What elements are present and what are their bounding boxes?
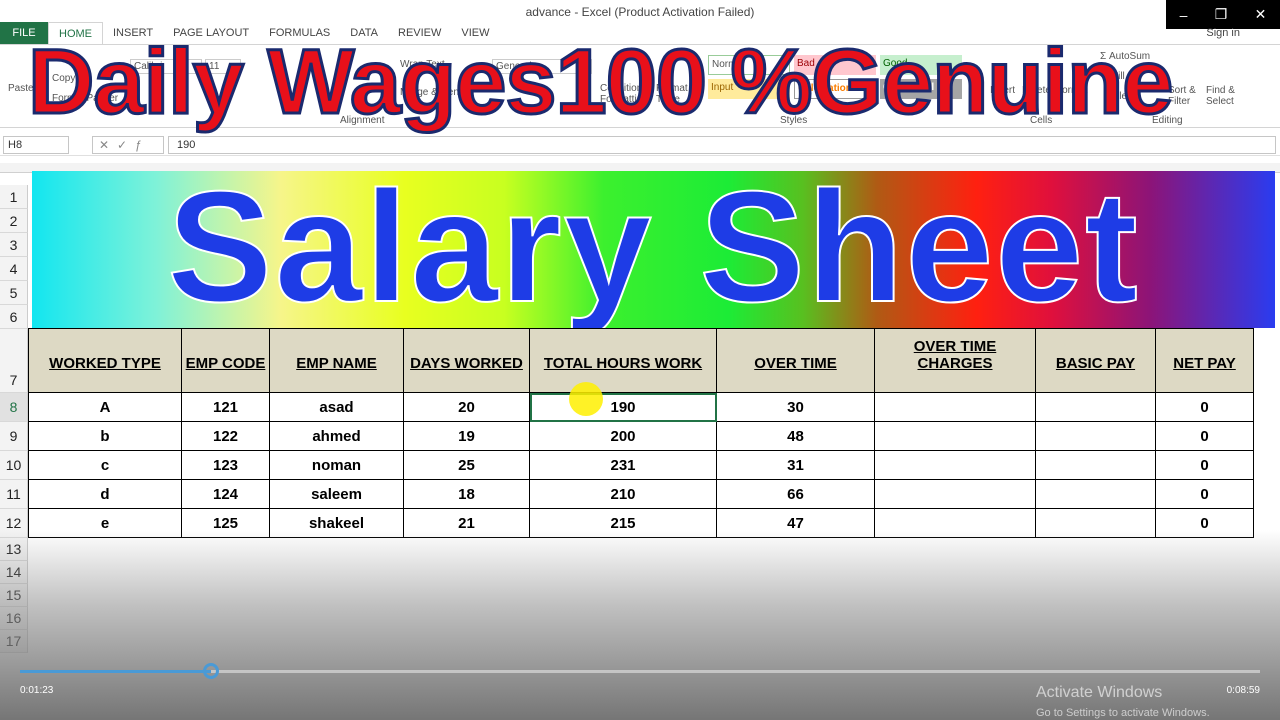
table-cell[interactable]: 190 (529, 392, 717, 422)
row-header[interactable]: 10 (0, 451, 28, 480)
table-cell[interactable]: 19 (403, 421, 530, 451)
table-row: b 122 ahmed 19 200 48 0 (28, 421, 1254, 451)
table-header-row: WORKED TYPE EMP CODE EMP NAME DAYS WORKED TO… (28, 328, 1254, 393)
table-cell[interactable]: 121 (181, 392, 270, 422)
minimize-button[interactable]: – (1180, 7, 1188, 23)
column-header[interactable]: EMP NAME (269, 328, 404, 393)
table-cell[interactable]: 0 (1155, 450, 1254, 480)
table-row: A 121 asad 20 190 30 0 (28, 392, 1254, 422)
table-cell[interactable] (874, 479, 1036, 509)
overlay-caption: Daily Wages100 %Genuine (26, 30, 1174, 135)
table-cell[interactable]: 25 (403, 450, 530, 480)
table-cell[interactable]: 0 (1155, 421, 1254, 451)
row-header[interactable]: 4 (0, 257, 28, 281)
duration: 0:08:59 (1226, 685, 1260, 696)
table-cell[interactable]: noman (269, 450, 404, 480)
table-cell[interactable]: 30 (716, 392, 875, 422)
table-cell[interactable]: 48 (716, 421, 875, 451)
formula-input[interactable]: 190 (168, 136, 1276, 154)
column-header[interactable]: NET PAY (1155, 328, 1254, 393)
table-row: d 124 saleem 18 210 66 0 (28, 479, 1254, 509)
row-header[interactable]: 6 (0, 305, 28, 329)
mouse-cursor-highlight (569, 382, 603, 416)
close-button[interactable]: ✕ (1255, 6, 1267, 23)
table-cell[interactable] (874, 421, 1036, 451)
table-cell[interactable]: 210 (529, 479, 717, 509)
fx-icon[interactable]: ✕✓ƒ (92, 136, 164, 154)
table-cell[interactable]: 18 (403, 479, 530, 509)
row-header[interactable]: 9 (0, 422, 28, 451)
table-cell[interactable]: 31 (716, 450, 875, 480)
table-cell[interactable] (874, 392, 1036, 422)
table-cell[interactable]: 122 (181, 421, 270, 451)
table-cell[interactable]: 66 (716, 479, 875, 509)
column-header[interactable]: WORKED TYPE (28, 328, 182, 393)
row-header[interactable]: 2 (0, 209, 28, 233)
table-cell[interactable]: ahmed (269, 421, 404, 451)
table-cell[interactable]: 231 (529, 450, 717, 480)
column-header[interactable]: OVER TIME CHARGES (874, 328, 1036, 393)
table-cell[interactable]: saleem (269, 479, 404, 509)
table-cell[interactable] (1035, 479, 1156, 509)
name-box[interactable]: H8 (3, 136, 69, 154)
column-header[interactable]: DAYS WORKED (403, 328, 530, 393)
table-cell[interactable]: 0 (1155, 392, 1254, 422)
table-cell[interactable]: 200 (529, 421, 717, 451)
column-header[interactable]: BASIC PAY (1035, 328, 1156, 393)
row-header[interactable]: 5 (0, 281, 28, 305)
sort-filter-button[interactable]: Sort & Filter (1168, 85, 1204, 107)
salary-table: WORKED TYPE EMP CODE EMP NAME DAYS WORKED TO… (28, 328, 1254, 538)
column-header[interactable]: EMP CODE (181, 328, 270, 393)
table-cell[interactable]: A (28, 392, 182, 422)
row-header[interactable]: 8 (0, 393, 28, 422)
table-cell[interactable] (874, 450, 1036, 480)
banner-title: Salary Sheet (166, 158, 1140, 336)
find-select-button[interactable]: Find & Select (1206, 85, 1246, 107)
table-cell[interactable] (1035, 392, 1156, 422)
restore-button[interactable]: ❐ (1215, 6, 1228, 23)
salary-sheet-banner: Salary Sheet (32, 158, 1275, 336)
row-header[interactable]: 1 (0, 185, 28, 209)
table-cell[interactable]: c (28, 450, 182, 480)
seek-handle[interactable] (202, 663, 219, 679)
row-header[interactable]: 3 (0, 233, 28, 257)
column-header[interactable]: OVER TIME (716, 328, 875, 393)
activate-windows-subtext: Go to Settings to activate Windows. (1036, 707, 1210, 719)
table-cell[interactable]: asad (269, 392, 404, 422)
table-cell[interactable]: b (28, 421, 182, 451)
video-seek-bar[interactable] (20, 663, 1260, 679)
title-bar: advance - Excel (Product Activation Fail… (0, 0, 1280, 22)
window-title: advance - Excel (Product Activation Fail… (525, 5, 755, 19)
table-cell[interactable] (1035, 421, 1156, 451)
column-header[interactable]: TOTAL HOURS WORK (529, 328, 717, 393)
table-cell[interactable]: 123 (181, 450, 270, 480)
table-cell[interactable]: 124 (181, 479, 270, 509)
table-cell[interactable]: 0 (1155, 479, 1254, 509)
formula-bar: H8 ✕✓ƒ 190 (0, 134, 1280, 156)
table-cell[interactable]: d (28, 479, 182, 509)
current-time: 0:01:23 (20, 685, 54, 696)
table-cell[interactable] (1035, 450, 1156, 480)
sign-in-link[interactable]: Sign in (1206, 27, 1240, 39)
activate-windows-watermark: Activate Windows (1036, 684, 1163, 701)
row-header[interactable]: 7 (0, 329, 28, 393)
seek-progress (20, 670, 211, 673)
table-cell[interactable]: 20 (403, 392, 530, 422)
row-header[interactable]: 11 (0, 480, 28, 509)
table-row: c 123 noman 25 231 31 0 (28, 450, 1254, 480)
